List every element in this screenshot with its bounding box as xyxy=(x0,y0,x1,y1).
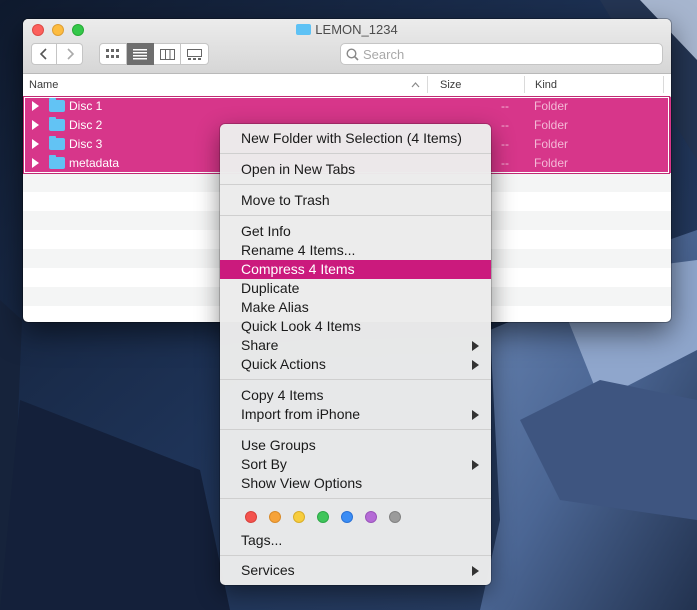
menu-separator xyxy=(220,498,491,499)
tag-green-button[interactable] xyxy=(317,511,329,523)
menu-item-label: Duplicate xyxy=(241,280,300,296)
navigation-buttons xyxy=(31,43,83,65)
menu-item-label: Sort By xyxy=(241,456,287,472)
column-separator[interactable] xyxy=(427,76,428,93)
menu-item-get-info[interactable]: Get Info xyxy=(220,222,491,241)
icon-view-button[interactable] xyxy=(99,43,127,65)
column-view-button[interactable] xyxy=(154,43,181,65)
window-title-text: LEMON_1234 xyxy=(315,22,398,37)
submenu-arrow-icon xyxy=(472,410,479,420)
context-menu: New Folder with Selection (4 Items) Open… xyxy=(220,124,491,585)
window-title: LEMON_1234 xyxy=(23,22,671,37)
column-separator[interactable] xyxy=(524,76,525,93)
menu-item-compress[interactable]: Compress 4 Items xyxy=(220,260,491,279)
menu-item-label: Tags... xyxy=(241,532,283,548)
sort-ascending-icon xyxy=(411,82,420,88)
tag-yellow-button[interactable] xyxy=(293,511,305,523)
menu-item-quick-look[interactable]: Quick Look 4 Items xyxy=(220,317,491,336)
title-bar: LEMON_1234 Search xyxy=(23,19,671,74)
forward-button[interactable] xyxy=(57,43,83,65)
chevron-left-icon xyxy=(39,48,47,60)
name-column-header[interactable]: Name xyxy=(29,79,58,91)
menu-item-label: Show View Options xyxy=(241,475,363,491)
menu-item-open-in-new-tabs[interactable]: Open in New Tabs xyxy=(220,160,491,179)
tag-blue-button[interactable] xyxy=(341,511,353,523)
menu-item-duplicate[interactable]: Duplicate xyxy=(220,279,491,298)
menu-item-sort-by[interactable]: Sort By xyxy=(220,455,491,474)
menu-item-tags[interactable]: Tags... xyxy=(220,531,491,550)
menu-item-new-folder-with-selection[interactable]: New Folder with Selection (4 Items) xyxy=(220,129,491,148)
menu-item-quick-actions[interactable]: Quick Actions xyxy=(220,355,491,374)
menu-separator xyxy=(220,215,491,216)
view-mode-buttons xyxy=(99,43,209,65)
menu-item-label: Move to Trash xyxy=(241,192,330,208)
search-field[interactable]: Search xyxy=(340,43,663,65)
menu-item-copy[interactable]: Copy 4 Items xyxy=(220,386,491,405)
back-button[interactable] xyxy=(31,43,57,65)
search-placeholder: Search xyxy=(363,46,405,62)
menu-item-label: Open in New Tabs xyxy=(241,161,356,177)
column-separator[interactable] xyxy=(663,76,664,93)
gallery-view-button[interactable] xyxy=(181,43,209,65)
columns-icon xyxy=(159,48,175,60)
menu-item-import-from-iphone[interactable]: Import from iPhone xyxy=(220,405,491,424)
submenu-arrow-icon xyxy=(472,341,479,351)
submenu-arrow-icon xyxy=(472,566,479,576)
menu-item-label: Quick Actions xyxy=(241,356,326,372)
tag-red-button[interactable] xyxy=(245,511,257,523)
menu-item-label: Rename 4 Items... xyxy=(241,242,356,258)
menu-separator xyxy=(220,184,491,185)
menu-separator xyxy=(220,153,491,154)
menu-item-label: New Folder with Selection (4 Items) xyxy=(241,130,462,146)
submenu-arrow-icon xyxy=(472,360,479,370)
tag-gray-button[interactable] xyxy=(389,511,401,523)
tag-orange-button[interactable] xyxy=(269,511,281,523)
menu-item-share[interactable]: Share xyxy=(220,336,491,355)
menu-separator xyxy=(220,555,491,556)
menu-item-move-to-trash[interactable]: Move to Trash xyxy=(220,191,491,210)
icon-grid-icon xyxy=(106,49,119,58)
tag-purple-button[interactable] xyxy=(365,511,377,523)
menu-item-label: Use Groups xyxy=(241,437,316,453)
menu-item-show-view-options[interactable]: Show View Options xyxy=(220,474,491,493)
menu-item-label: Services xyxy=(241,562,295,578)
menu-item-label: Make Alias xyxy=(241,299,309,315)
menu-separator xyxy=(220,379,491,380)
list-icon xyxy=(133,48,147,59)
submenu-arrow-icon xyxy=(472,460,479,470)
menu-item-services[interactable]: Services xyxy=(220,561,491,580)
menu-item-label: Quick Look 4 Items xyxy=(241,318,361,334)
menu-item-label: Copy 4 Items xyxy=(241,387,324,403)
column-header: Name Size Kind xyxy=(23,74,671,97)
menu-separator xyxy=(220,429,491,430)
menu-item-label: Compress 4 Items xyxy=(241,261,355,277)
menu-item-label: Get Info xyxy=(241,223,291,239)
menu-item-make-alias[interactable]: Make Alias xyxy=(220,298,491,317)
kind-column-header[interactable]: Kind xyxy=(535,79,557,91)
gallery-icon xyxy=(187,48,202,60)
list-view-button[interactable] xyxy=(127,43,154,65)
search-icon xyxy=(346,47,359,61)
menu-item-label: Share xyxy=(241,337,279,353)
menu-item-label: Import from iPhone xyxy=(241,406,361,422)
chevron-right-icon xyxy=(66,48,74,60)
menu-item-rename[interactable]: Rename 4 Items... xyxy=(220,241,491,260)
size-column-header[interactable]: Size xyxy=(440,79,461,91)
menu-item-use-groups[interactable]: Use Groups xyxy=(220,436,491,455)
folder-icon xyxy=(296,24,312,35)
